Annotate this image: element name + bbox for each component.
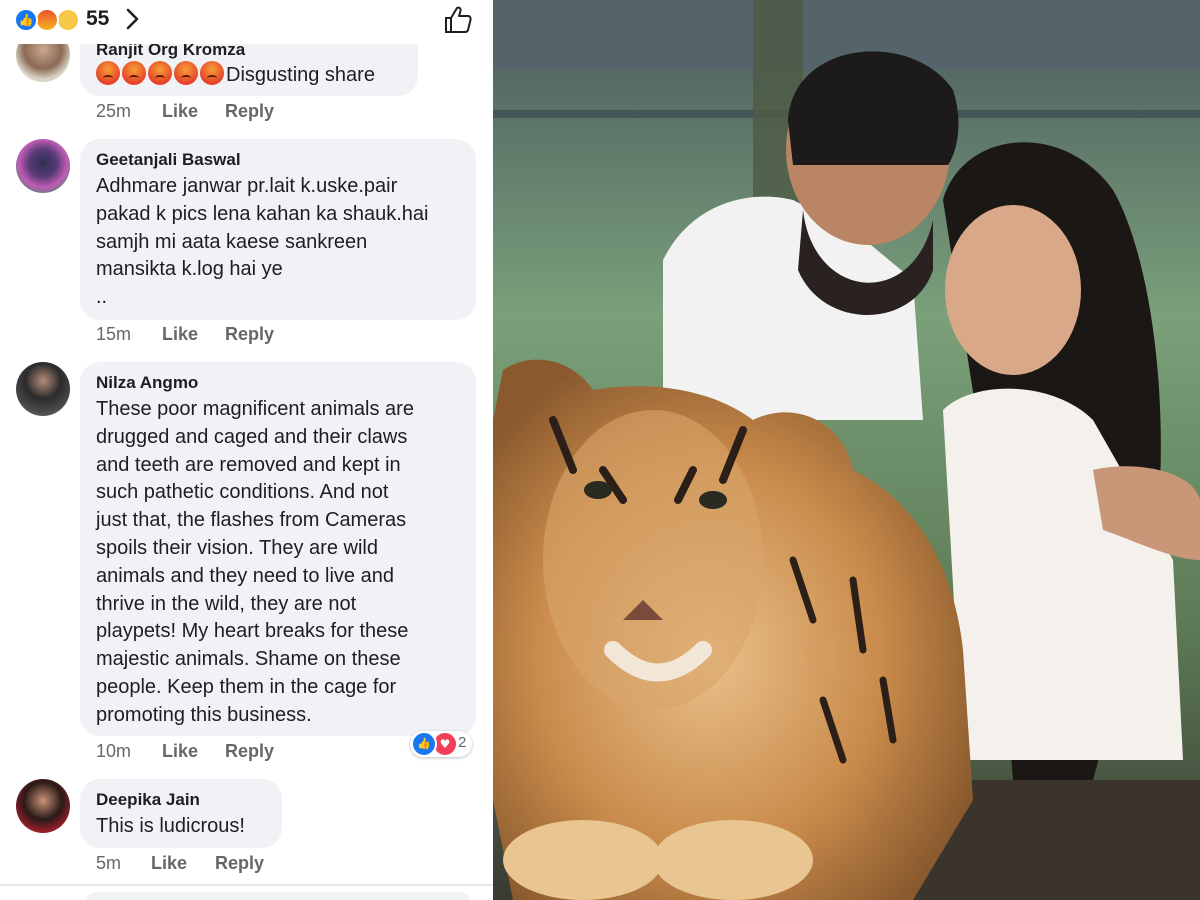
divider bbox=[0, 884, 493, 886]
reaction-count: 2 bbox=[458, 734, 467, 751]
avatar[interactable] bbox=[16, 362, 70, 416]
comments-panel: 👍 55 Ranjit Org Kromza Disgusting share … bbox=[0, 0, 493, 900]
like-icon: 👍 bbox=[14, 8, 38, 32]
commenter-name[interactable]: Deepika Jain bbox=[96, 790, 200, 810]
comment-time[interactable]: 15m bbox=[96, 324, 131, 345]
comment-bubble bbox=[86, 892, 470, 900]
chevron-right-icon[interactable] bbox=[124, 8, 140, 30]
avatar[interactable] bbox=[16, 779, 70, 833]
reply-link[interactable]: Reply bbox=[215, 853, 264, 874]
comment-bubble: Geetanjali Baswal Adhmare janwar pr.lait… bbox=[80, 139, 476, 320]
like-link[interactable]: Like bbox=[162, 101, 198, 122]
angry-emoji bbox=[122, 61, 146, 85]
angry-emoji bbox=[174, 61, 198, 85]
comment-meta: 25m bbox=[96, 101, 131, 122]
comment-text: Adhmare janwar pr.lait k.uske.pair pakad… bbox=[96, 175, 429, 309]
comment-text: These poor magnificent animals are drugg… bbox=[96, 398, 414, 726]
comment-text: This is ludicrous! bbox=[96, 815, 245, 837]
reaction-count[interactable]: 55 bbox=[86, 7, 109, 31]
like-link[interactable]: Like bbox=[162, 741, 198, 762]
commenter-name[interactable]: Geetanjali Baswal bbox=[96, 150, 241, 170]
like-link[interactable]: Like bbox=[151, 853, 187, 874]
like-thumb-icon[interactable] bbox=[442, 4, 474, 36]
comment-text: Disgusting share bbox=[96, 61, 375, 90]
photo-illustration bbox=[493, 0, 1200, 900]
comment-time[interactable]: 5m bbox=[96, 853, 121, 874]
reply-link[interactable]: Reply bbox=[225, 324, 274, 345]
like-icon: 👍 bbox=[411, 731, 437, 757]
reply-link[interactable]: Reply bbox=[225, 101, 274, 122]
angry-icon bbox=[35, 8, 59, 32]
reply-link[interactable]: Reply bbox=[225, 741, 274, 762]
like-link[interactable]: Like bbox=[162, 324, 198, 345]
sad-icon bbox=[56, 8, 80, 32]
comment-time[interactable]: 25m bbox=[96, 101, 131, 121]
comment-reactions[interactable]: 👍 ♥ 2 bbox=[410, 731, 472, 757]
comment-bubble: Nilza Angmo These poor magnificent anima… bbox=[80, 362, 476, 736]
tiger-cub-photo bbox=[493, 0, 1200, 900]
reactions-bar[interactable]: 👍 55 bbox=[0, 0, 493, 44]
angry-emoji bbox=[200, 61, 224, 85]
comment-bubble: Deepika Jain This is ludicrous! bbox=[80, 779, 282, 848]
angry-emoji bbox=[148, 61, 172, 85]
angry-emoji bbox=[96, 61, 120, 85]
avatar[interactable] bbox=[16, 139, 70, 193]
commenter-name[interactable]: Nilza Angmo bbox=[96, 373, 198, 393]
comment-time[interactable]: 10m bbox=[96, 741, 131, 762]
